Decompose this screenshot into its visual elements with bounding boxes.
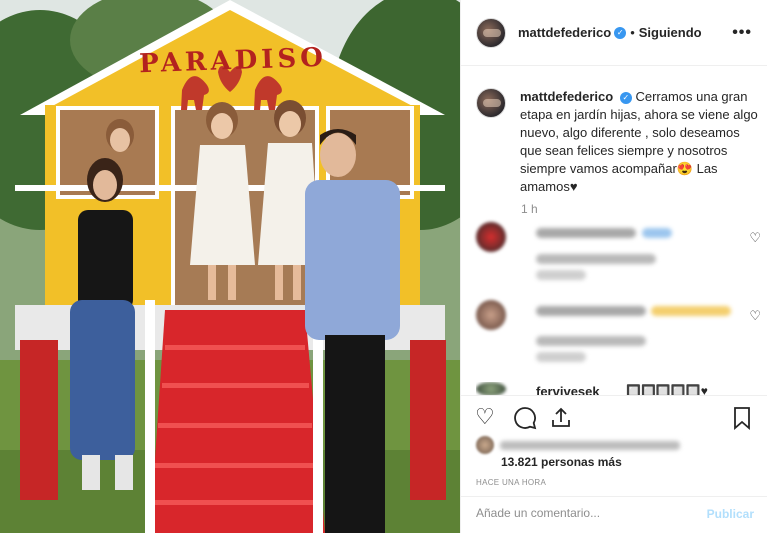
avatar[interactable]: [476, 17, 506, 48]
comment-item: ♡: [476, 300, 761, 366]
photo-illustration: [0, 0, 460, 533]
caption-text-block: mattdefederico ✓ Cerramos una gran etapa…: [520, 88, 761, 196]
post-action-bar: ♡: [461, 395, 767, 439]
comment-bubble-svg: [514, 407, 537, 430]
publish-button[interactable]: Publicar: [707, 507, 754, 521]
comment-like-icon[interactable]: ♡: [749, 230, 761, 246]
separator-dot: •: [630, 25, 635, 40]
caption-verified-badge-icon: ✓: [619, 92, 632, 104]
follow-status-button[interactable]: Siguiendo: [639, 25, 702, 40]
add-comment-input[interactable]: [476, 506, 696, 520]
likes-preview[interactable]: [476, 436, 680, 454]
likes-count[interactable]: 13.821 personas más: [501, 455, 622, 469]
post-side-panel: mattdefederico ✓ • Siguiendo ••• mattdef…: [460, 0, 767, 533]
share-icon[interactable]: [549, 404, 573, 430]
verified-badge-icon: ✓: [614, 26, 627, 39]
bookmark-svg: [734, 407, 750, 431]
post-photo[interactable]: PARADISO: [0, 0, 460, 533]
like-heart-icon[interactable]: ♡: [475, 404, 495, 430]
liker-avatar: [476, 436, 494, 454]
comment-avatar[interactable]: [476, 222, 506, 252]
bookmark-icon[interactable]: [732, 404, 752, 431]
caption: mattdefederico ✓ Cerramos una gran etapa…: [476, 88, 761, 196]
caption-text: Cerramos una gran etapa en jardín hijas,…: [520, 89, 758, 194]
comment-item: ♡: [476, 222, 761, 282]
post-header: mattdefederico ✓ • Siguiendo •••: [461, 0, 767, 66]
caption-avatar[interactable]: [476, 88, 506, 118]
post-timestamp: Hace una hora: [476, 478, 547, 487]
comment-avatar[interactable]: [476, 300, 506, 330]
comment-bubble-icon[interactable]: [513, 404, 537, 430]
caption-time: 1 h: [521, 202, 538, 216]
comment-avatar[interactable]: [476, 382, 506, 396]
more-options-icon[interactable]: •••: [732, 24, 752, 42]
caption-username[interactable]: mattdefederico: [520, 89, 613, 104]
comment-item: fervivesek 🔲🔲🔲🔲🔲♥: [476, 382, 761, 396]
comment-composer: Publicar: [461, 496, 767, 533]
likers-names-blurred: [500, 440, 680, 450]
header-username[interactable]: mattdefederico: [518, 25, 611, 40]
share-svg: [552, 407, 570, 428]
comment-like-icon[interactable]: ♡: [749, 308, 761, 324]
